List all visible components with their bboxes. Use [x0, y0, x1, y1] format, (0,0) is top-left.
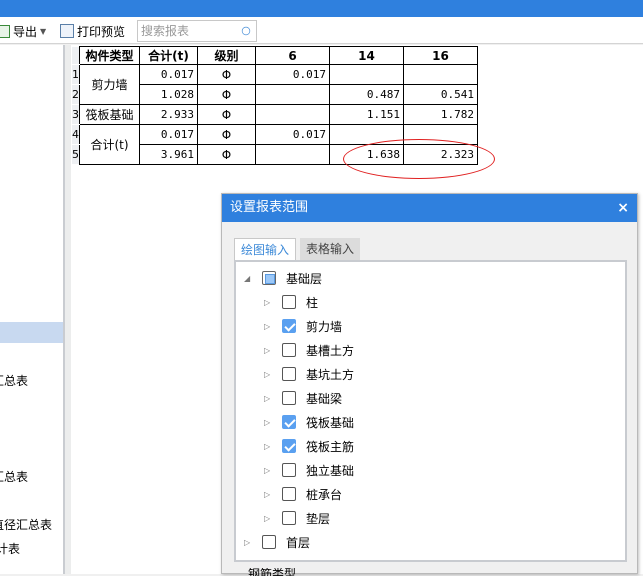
expand-arrow-icon[interactable]: ▷: [264, 394, 274, 403]
tree-node-label: 基础梁: [306, 390, 342, 407]
checkbox[interactable]: [262, 271, 276, 285]
table-row: 3 筏板基础 2.933 Φ 1.151 1.782: [72, 105, 478, 125]
tree-node-label: 基槽土方: [306, 342, 354, 359]
expand-arrow-icon[interactable]: ▷: [264, 442, 274, 451]
tree-node-label: 剪力墙: [306, 318, 342, 335]
tree-node-label: 筏板主筋: [306, 438, 354, 455]
checkbox[interactable]: [282, 391, 296, 405]
report-item[interactable]: 计表: [0, 540, 20, 557]
close-icon[interactable]: ×: [617, 194, 629, 222]
collapse-arrow-icon[interactable]: ◢: [244, 274, 254, 283]
expand-arrow-icon[interactable]: ▷: [264, 490, 274, 499]
tree-node-label: 桩承台: [306, 486, 342, 503]
checkbox[interactable]: [282, 415, 296, 429]
tab-table-input[interactable]: 表格输入: [300, 238, 360, 261]
chevron-down-icon: ▼: [40, 27, 46, 36]
report-item[interactable]: 汇总表: [0, 468, 28, 485]
checkbox[interactable]: [282, 463, 296, 477]
tree-node[interactable]: ▷ 基槽土方: [264, 340, 354, 360]
tree-node-label: 独立基础: [306, 462, 354, 479]
tree-node[interactable]: ▷ 剪力墙: [264, 316, 342, 336]
tree-node[interactable]: ▷ 桩承台: [264, 484, 342, 504]
dialog-title-bar: 设置报表范围 ×: [222, 194, 637, 222]
component-tree: ◢基础层▷柱▷剪力墙▷基槽土方▷基坑土方▷基础梁▷筏板基础▷筏板主筋▷独立基础▷…: [234, 260, 627, 562]
checkbox[interactable]: [282, 295, 296, 309]
expand-arrow-icon[interactable]: ▷: [264, 514, 274, 523]
report-list-sidebar: 汇总表 表 表 汇总表 直径汇总表 计表: [0, 45, 65, 574]
header-cell: 14: [330, 47, 404, 65]
search-icon[interactable]: [242, 27, 250, 35]
header-cell: 合计(t): [140, 47, 198, 65]
report-item[interactable]: 汇总表: [0, 372, 28, 389]
print-preview-button[interactable]: 打印预览: [60, 21, 125, 41]
rebar-type-label: 钢筋类型: [248, 568, 296, 576]
checkbox[interactable]: [282, 319, 296, 333]
checkbox[interactable]: [282, 343, 296, 357]
header-cell: 级别: [198, 47, 256, 65]
tree-node[interactable]: ▷ 筏板基础: [264, 412, 354, 432]
tree-node-first-floor[interactable]: ▷ 首层: [244, 532, 310, 552]
expand-arrow-icon[interactable]: ▷: [264, 298, 274, 307]
title-bar: [0, 0, 643, 17]
toolbar: 导出 ▼ 打印预览 搜索报表: [0, 17, 643, 44]
print-preview-icon: [60, 24, 74, 38]
expand-arrow-icon[interactable]: ▷: [264, 370, 274, 379]
tree-node-label: 基坑土方: [306, 366, 354, 383]
selected-report-item[interactable]: [0, 322, 65, 343]
tree-node-label: 柱: [306, 294, 318, 311]
tree-node[interactable]: ▷ 筏板主筋: [264, 436, 354, 456]
header-cell: 16: [404, 47, 478, 65]
tree-node-foundation-floor[interactable]: ◢ 基础层: [244, 268, 322, 288]
report-item[interactable]: 直径汇总表: [0, 516, 52, 533]
expand-arrow-icon[interactable]: ▷: [264, 466, 274, 475]
tree-node[interactable]: ▷柱: [264, 292, 318, 312]
header-cell: 构件类型: [80, 47, 140, 65]
checkbox[interactable]: [262, 535, 276, 549]
highlight-ellipse: [343, 139, 495, 179]
checkbox[interactable]: [282, 439, 296, 453]
search-input[interactable]: 搜索报表: [137, 20, 257, 42]
tree-node-label: 基础层: [286, 270, 322, 287]
expand-arrow-icon[interactable]: ▷: [244, 538, 254, 547]
tree-node-label: 垫层: [306, 510, 330, 527]
report-range-dialog: 设置报表范围 × 绘图输入 表格输入 ◢基础层▷柱▷剪力墙▷基槽土方▷基坑土方▷…: [221, 193, 638, 574]
excel-export-icon: [0, 25, 10, 38]
checkbox[interactable]: [282, 487, 296, 501]
expand-arrow-icon[interactable]: ▷: [264, 418, 274, 427]
export-button[interactable]: 导出 ▼: [0, 21, 46, 41]
expand-arrow-icon[interactable]: ▷: [264, 322, 274, 331]
tree-node-label: 筏板基础: [306, 414, 354, 431]
header-cell: 6: [256, 47, 330, 65]
tree-node[interactable]: ▷ 基坑土方: [264, 364, 354, 384]
tree-node-label: 首层: [286, 534, 310, 551]
expand-arrow-icon[interactable]: ▷: [264, 346, 274, 355]
table-row: 1 剪力墙 0.017 Φ 0.017: [72, 65, 478, 85]
tree-node[interactable]: ▷ 基础梁: [264, 388, 342, 408]
tree-node[interactable]: ▷ 垫层: [264, 508, 330, 528]
tree-node[interactable]: ▷ 独立基础: [264, 460, 354, 480]
checkbox[interactable]: [282, 511, 296, 525]
checkbox[interactable]: [282, 367, 296, 381]
